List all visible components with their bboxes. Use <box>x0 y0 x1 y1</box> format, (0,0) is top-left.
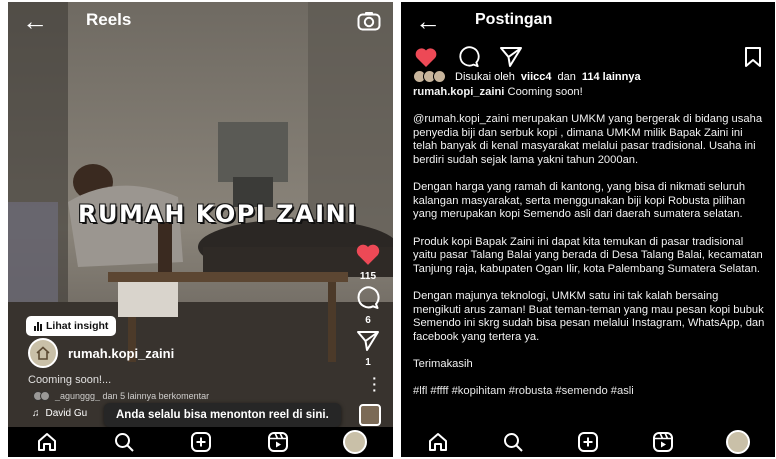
reels-title: Reels <box>86 10 132 29</box>
caption-hashtags[interactable]: #lfl #ffff #kopihitam #robusta #semendo … <box>413 385 765 399</box>
liked-by-user[interactable]: viicc4 <box>521 71 552 83</box>
reel-author[interactable]: rumah.kopi_zaini <box>28 338 174 368</box>
home-icon[interactable] <box>35 430 59 454</box>
video-overlay-text: RUMAH KOPI ZAINI <box>78 200 358 228</box>
bookmark-icon[interactable] <box>743 46 763 68</box>
liked-by-row[interactable]: Disukai oleh viicc4 dan 114 lainnya <box>413 70 641 83</box>
reels-icon[interactable] <box>266 430 290 454</box>
caption-username[interactable]: rumah.kopi_zaini <box>413 86 504 98</box>
liker-avatars <box>413 70 446 83</box>
caption-paragraph-4: Dengan majunya teknologi, UMKM satu ini … <box>413 289 765 343</box>
camera-icon[interactable] <box>357 11 381 31</box>
reel-caption[interactable]: Cooming soon!... <box>28 374 111 386</box>
reels-icon[interactable] <box>651 430 675 454</box>
caption-paragraph-2: Dengan harga yang ramah di kantong, yang… <box>413 181 746 221</box>
view-insight-label: Lihat insight <box>46 320 109 332</box>
comment-action[interactable]: 6 <box>353 286 383 326</box>
reel-username[interactable]: rumah.kopi_zaini <box>68 346 174 361</box>
comment-count: 6 <box>365 315 371 326</box>
liked-by-others[interactable]: 114 lainnya <box>582 71 641 83</box>
send-icon[interactable] <box>499 46 523 68</box>
avatar[interactable] <box>28 338 58 368</box>
profile-avatar[interactable] <box>342 430 367 454</box>
music-note-icon: ♫ <box>32 408 40 419</box>
heart-filled-icon[interactable] <box>413 46 439 68</box>
audio-thumbnail[interactable] <box>359 404 381 426</box>
comment-preview[interactable]: _agunggg_ dan 5 lainnya berkomentar <box>33 391 210 401</box>
caption-paragraph-3: Produk kopi Bapak Zaini ini dapat kita t… <box>413 235 763 275</box>
reel-tooltip-toast: Anda selalu bisa menonton reel di sini. <box>104 403 341 427</box>
create-icon[interactable] <box>576 430 600 454</box>
like-action[interactable]: 115 <box>353 242 383 282</box>
post-screen: ← Postingan Disukai oleh viicc4 dan 114 … <box>401 2 775 457</box>
reels-screen: ← Reels RUMAH KOPI ZAINI 115 6 1 Lihat i… <box>8 2 393 457</box>
bottom-nav-bar <box>401 427 775 457</box>
more-options-icon[interactable]: · · · <box>372 371 377 397</box>
liked-by-prefix: Disukai oleh <box>455 70 515 83</box>
back-arrow-icon[interactable]: ← <box>415 8 441 34</box>
share-count: 1 <box>365 357 371 368</box>
like-count: 115 <box>359 271 377 282</box>
comment-preview-text: _agunggg_ dan 5 lainnya berkomentar <box>55 391 210 401</box>
bar-chart-icon <box>34 321 42 331</box>
reel-video-frame[interactable] <box>8 2 393 457</box>
commenter-avatars <box>33 391 50 401</box>
share-action[interactable]: 1 <box>353 330 383 368</box>
view-insight-button[interactable]: Lihat insight <box>26 316 117 336</box>
house-logo-icon <box>36 346 50 360</box>
profile-avatar[interactable] <box>725 430 750 454</box>
caption-paragraph-5: Terimakasih <box>413 357 473 370</box>
liked-by-connector: dan <box>557 70 576 83</box>
caption-paragraph-1: @rumah.kopi_zaini merupakan UMKM yang be… <box>413 113 763 166</box>
send-icon[interactable] <box>356 330 380 352</box>
heart-filled-icon[interactable] <box>355 242 381 266</box>
bottom-nav-bar <box>8 427 393 457</box>
home-icon[interactable] <box>426 430 450 454</box>
audio-label: David Gu <box>45 408 88 419</box>
search-icon[interactable] <box>112 430 136 454</box>
comment-icon[interactable] <box>356 286 380 310</box>
create-icon[interactable] <box>189 430 213 454</box>
comment-icon[interactable] <box>457 46 481 68</box>
reels-top-bar: ← Reels <box>8 2 393 42</box>
caption-head: Cooming soon! <box>507 86 583 98</box>
search-icon[interactable] <box>501 430 525 454</box>
post-caption: rumah.kopi_zaini Cooming soon! @rumah.ko… <box>413 86 765 412</box>
post-title: Postingan <box>475 11 553 28</box>
back-arrow-icon[interactable]: ← <box>22 8 48 34</box>
post-action-bar <box>413 46 763 68</box>
audio-info[interactable]: ♫ David Gu <box>32 408 87 419</box>
